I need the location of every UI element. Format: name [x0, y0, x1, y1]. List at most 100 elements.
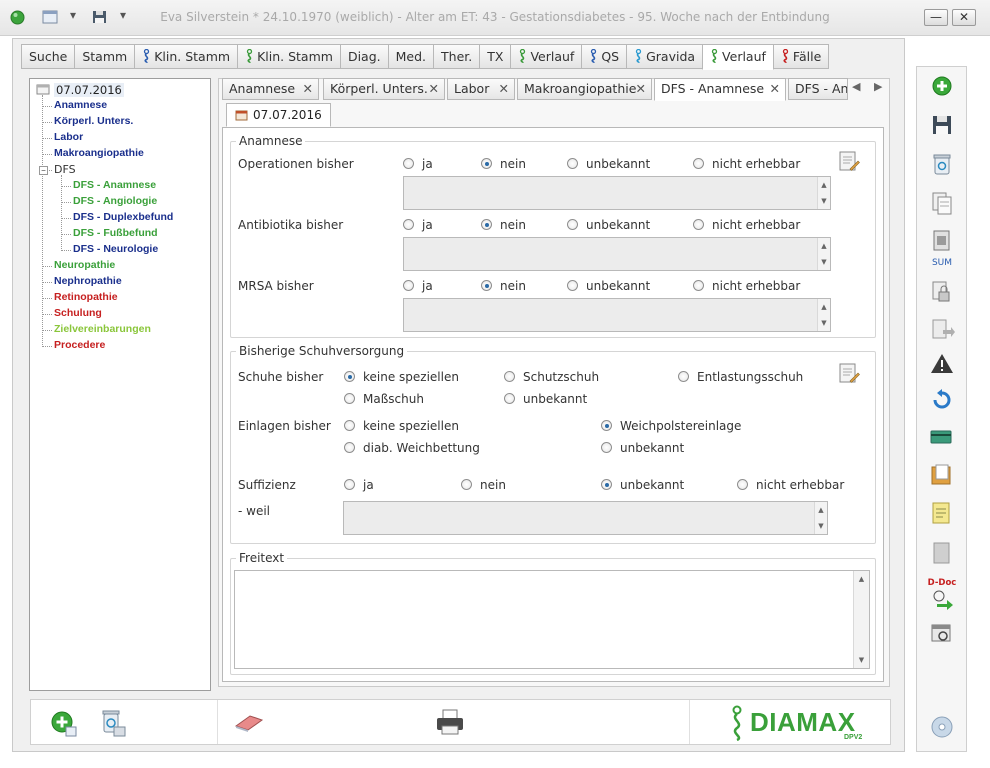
notes-icon[interactable]	[929, 501, 955, 525]
radio-circle-icon[interactable]	[678, 371, 689, 382]
radio-option[interactable]: nein	[481, 157, 526, 171]
radio-option[interactable]: unbekannt	[601, 441, 684, 455]
radio-circle-icon[interactable]	[481, 158, 492, 169]
tab-scroll-left-icon[interactable]: ◀	[852, 80, 860, 93]
freitext-textarea[interactable]: ▲ ▼	[234, 570, 870, 669]
radio-option[interactable]: unbekannt	[601, 478, 684, 492]
tree-item[interactable]: DFS - Duplexbefund	[73, 211, 173, 223]
main-tab[interactable]: Ther.	[433, 44, 481, 69]
print-icon[interactable]	[434, 708, 466, 736]
folder-documents-icon[interactable]	[929, 463, 955, 487]
radio-circle-icon[interactable]	[567, 280, 578, 291]
tree-item[interactable]: Labor	[54, 131, 83, 143]
save-icon[interactable]	[929, 113, 955, 137]
radio-option[interactable]: Weichpolstereinlage	[601, 419, 741, 433]
radio-option[interactable]: diab. Weichbettung	[344, 441, 480, 455]
textarea-scrollbar[interactable]: ▲ ▼	[817, 299, 830, 331]
main-tab[interactable]: Stamm	[74, 44, 136, 69]
recycle-bin-icon[interactable]	[929, 152, 955, 176]
radio-circle-icon[interactable]	[344, 420, 355, 431]
radio-option[interactable]: ja	[403, 157, 433, 171]
inner-tab[interactable]: DFS - Anamnese ✕	[654, 78, 786, 101]
radio-circle-icon[interactable]	[344, 442, 355, 453]
anamnese-textarea[interactable]: ▲ ▼	[403, 176, 831, 210]
radio-option[interactable]: nicht erhebbar	[693, 157, 800, 171]
freitext-scrollbar[interactable]: ▲ ▼	[853, 571, 869, 668]
delete-record-icon[interactable]	[98, 708, 128, 738]
weil-scrollbar[interactable]: ▲ ▼	[814, 502, 827, 534]
radio-circle-icon[interactable]	[693, 219, 704, 230]
add-record-icon[interactable]	[50, 710, 78, 738]
tree-item[interactable]: DFS - Angiologie	[73, 195, 157, 207]
tree-collapse-toggle[interactable]: −	[39, 166, 48, 175]
tree-item[interactable]: DFS - Anamnese	[73, 179, 156, 191]
scroll-up-icon[interactable]: ▲	[818, 303, 830, 311]
main-tab[interactable]: Verlauf	[702, 44, 774, 70]
sum-label[interactable]: SUM	[929, 258, 955, 268]
radio-option[interactable]: nein	[481, 218, 526, 232]
main-tab[interactable]: Gravida	[626, 44, 704, 69]
radio-circle-icon[interactable]	[344, 393, 355, 404]
main-tab[interactable]: Fälle	[772, 44, 830, 69]
window-dropdown-icon[interactable]: ▾	[70, 8, 76, 22]
radio-option[interactable]: nicht erhebbar	[693, 218, 800, 232]
inner-tab[interactable]: Anamnese ✕	[222, 78, 319, 100]
scroll-down-icon[interactable]: ▼	[818, 258, 830, 266]
radio-circle-icon[interactable]	[601, 479, 612, 490]
radio-circle-icon[interactable]	[481, 219, 492, 230]
minimize-button[interactable]: —	[924, 9, 948, 26]
tree-item[interactable]: Zielvereinbarungen	[54, 323, 151, 335]
save-dropdown-icon[interactable]: ▾	[120, 8, 126, 22]
inner-tab[interactable]: DFS - An	[788, 78, 848, 100]
radio-circle-icon[interactable]	[461, 479, 472, 490]
window-icon[interactable]	[42, 10, 58, 24]
tree-item[interactable]: Neuropathie	[54, 259, 115, 271]
tab-close-icon[interactable]: ✕	[636, 79, 646, 99]
eraser-icon[interactable]	[232, 712, 266, 732]
document-lock-icon[interactable]	[929, 280, 955, 304]
scroll-down-icon[interactable]: ▼	[818, 319, 830, 327]
tab-close-icon[interactable]: ✕	[770, 79, 780, 99]
blank-document-icon[interactable]	[929, 541, 955, 565]
radio-option[interactable]: nicht erhebbar	[737, 478, 844, 492]
tab-close-icon[interactable]: ✕	[303, 79, 313, 99]
radio-option[interactable]: nicht erhebbar	[693, 279, 800, 293]
tree-item[interactable]: DFS	[54, 163, 76, 176]
tree-item[interactable]: Körperl. Unters.	[54, 115, 133, 127]
radio-circle-icon[interactable]	[504, 393, 515, 404]
document-arrow-icon[interactable]	[929, 318, 955, 342]
add-icon[interactable]	[929, 74, 955, 98]
radio-circle-icon[interactable]	[693, 280, 704, 291]
radio-circle-icon[interactable]	[601, 420, 612, 431]
app-status-icon[interactable]	[10, 10, 25, 25]
notepad-edit-icon[interactable]	[838, 362, 860, 384]
textarea-scrollbar[interactable]: ▲ ▼	[817, 177, 830, 209]
radio-circle-icon[interactable]	[344, 371, 355, 382]
weil-textarea[interactable]: ▲ ▼	[343, 501, 828, 535]
ddoc-export-icon[interactable]	[929, 588, 955, 612]
radio-circle-icon[interactable]	[504, 371, 515, 382]
date-tab[interactable]: 07.07.2016	[226, 103, 331, 127]
radio-circle-icon[interactable]	[737, 479, 748, 490]
tab-close-icon[interactable]: ✕	[429, 79, 439, 99]
undo-icon[interactable]	[929, 388, 955, 412]
close-window-button[interactable]: ✕	[952, 9, 976, 26]
radio-circle-icon[interactable]	[567, 219, 578, 230]
radio-option[interactable]: unbekannt	[567, 218, 650, 232]
radio-option[interactable]: keine speziellen	[344, 370, 459, 384]
tree-item[interactable]: Makroangiopathie	[54, 147, 144, 159]
radio-option[interactable]: ja	[403, 218, 433, 232]
radio-circle-icon[interactable]	[403, 219, 414, 230]
main-tab[interactable]: QS	[581, 44, 628, 69]
disc-icon[interactable]	[929, 715, 955, 739]
radio-option[interactable]: keine speziellen	[344, 419, 459, 433]
radio-circle-icon[interactable]	[693, 158, 704, 169]
tree-item[interactable]: Nephropathie	[54, 275, 122, 287]
tree-item[interactable]: DFS - Fußbefund	[73, 227, 158, 239]
inner-tab[interactable]: Labor ✕	[447, 78, 515, 100]
scroll-down-icon[interactable]: ▼	[818, 197, 830, 205]
document-copy-icon[interactable]	[929, 191, 955, 215]
warning-icon[interactable]	[929, 352, 955, 376]
radio-circle-icon[interactable]	[567, 158, 578, 169]
ddoc-label[interactable]: D-Doc	[926, 578, 958, 588]
